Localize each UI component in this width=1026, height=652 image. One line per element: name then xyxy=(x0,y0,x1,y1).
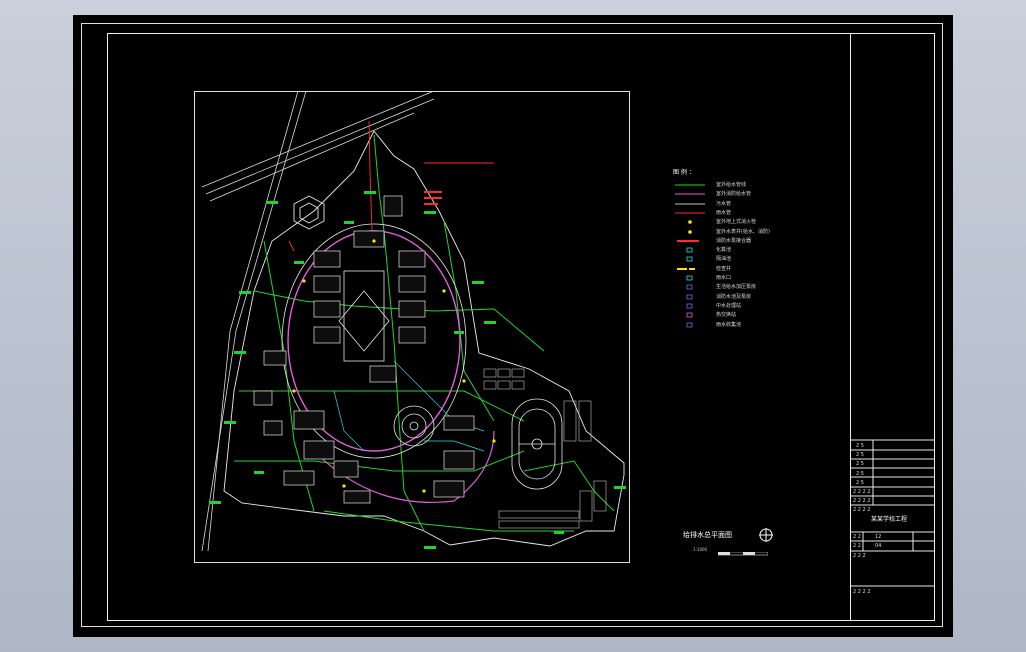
title-row-2: 2 5 xyxy=(856,452,864,458)
pipe-labels xyxy=(209,191,626,549)
sewer-lines xyxy=(333,360,485,452)
site-plan-map xyxy=(201,91,626,552)
roads xyxy=(201,91,435,552)
legend-symbol xyxy=(686,247,693,253)
residential-blocks xyxy=(483,368,607,529)
central-plaza xyxy=(338,270,435,447)
legend-symbol xyxy=(688,229,692,234)
legend-label: 雨水口 xyxy=(716,275,732,281)
legend-label: 室外给水管线 xyxy=(716,182,747,188)
plan-title: 给排水总平面图 xyxy=(683,531,732,539)
plan-scale: 1:1000 xyxy=(693,547,708,552)
drawing-sheet: 2 5 2 5 2 5 2 5 2 5 2 2 2 2 2 2 2 2 2 2 … xyxy=(73,15,953,637)
red-annotation xyxy=(424,191,442,205)
legend-label: 污水管 xyxy=(716,200,732,207)
legend-symbol xyxy=(677,267,695,270)
legend-symbol xyxy=(677,239,699,242)
title-row-3: 2 5 xyxy=(856,461,864,467)
scale-bar xyxy=(718,552,768,556)
legend-symbol xyxy=(686,322,693,327)
bottom-note: 2 2 2 2 xyxy=(853,589,871,595)
legend-symbol xyxy=(688,220,692,224)
legend-label: 室外消防给水管 xyxy=(716,191,752,198)
legend-symbol xyxy=(675,193,705,195)
legend-label: 消防水泵接合器 xyxy=(716,237,752,244)
sheet-row-1-a: 2 2 xyxy=(853,534,861,540)
title-row-8: 2 2 2 2 xyxy=(853,507,871,513)
sheet-row-2-b: 04 xyxy=(875,543,882,549)
title-row-1: 2 5 xyxy=(856,443,864,449)
legend-symbol xyxy=(686,294,693,299)
legend-label: 热交换站 xyxy=(716,312,737,319)
title-row-6: 2 2 2 2 xyxy=(853,489,871,495)
title-row-4: 2 5 xyxy=(856,471,864,477)
sheet-code: 2 2 2 xyxy=(853,553,866,559)
legend-label: 雨水收集池 xyxy=(716,321,742,328)
legend-symbol xyxy=(675,203,705,205)
title-block-divider xyxy=(850,33,851,621)
legend-label: 中水处理站 xyxy=(716,302,742,309)
legend-symbol xyxy=(686,275,693,281)
legend-label: 隔油池 xyxy=(716,256,732,263)
sheet-row-2-a: 2 2 xyxy=(853,543,861,549)
hexagon-building xyxy=(293,195,325,230)
legend-symbol xyxy=(686,256,693,262)
rain-drainage xyxy=(288,120,494,252)
legend-label: 生活给水加压泵房 xyxy=(716,284,757,291)
legend-label: 消防水池及泵房 xyxy=(716,293,752,300)
title-row-7: 2 2 2 2 xyxy=(853,498,871,504)
legend-label: 室外水表井(给水、消防) xyxy=(716,228,770,235)
legend-label: 检查井 xyxy=(716,265,732,272)
title-row-5: 2 5 xyxy=(856,480,864,486)
legend-label: 雨水管 xyxy=(716,209,732,216)
legend-symbol xyxy=(675,212,705,214)
sheet-row-1-b: 12 xyxy=(875,534,882,540)
legend-symbol xyxy=(675,184,705,186)
sports-field xyxy=(511,398,563,490)
legend-symbol xyxy=(686,312,693,318)
legend-symbol xyxy=(686,284,693,290)
legend-symbol xyxy=(686,303,693,309)
project-name: 某某学校工程 xyxy=(871,516,908,523)
north-arrow-icon xyxy=(759,528,773,542)
legend-label: 室外地上式消火栓 xyxy=(716,219,757,226)
legend-label: 化粪池 xyxy=(716,247,732,254)
legend-title: 图 例 ： xyxy=(673,169,695,176)
